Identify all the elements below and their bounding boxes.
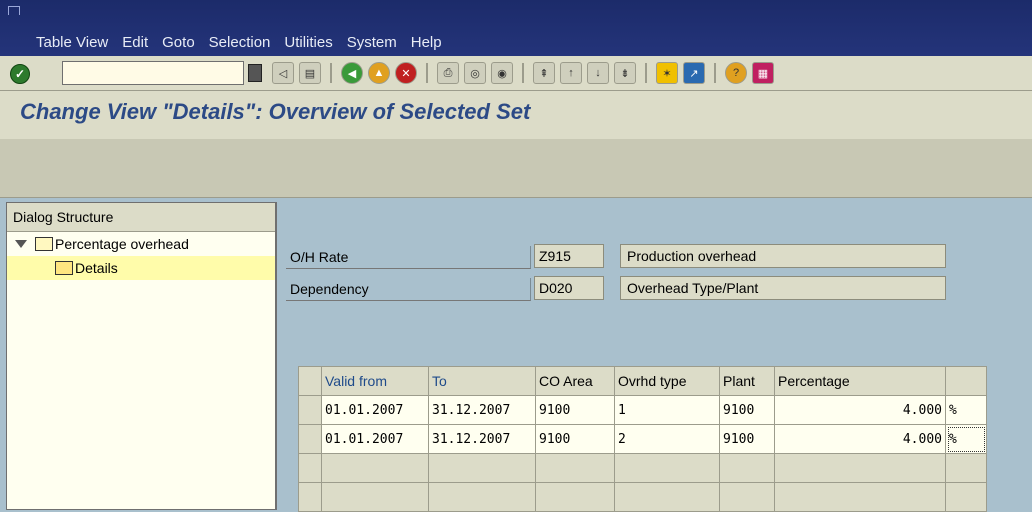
previous-page-icon[interactable]: ↑ <box>560 62 582 84</box>
column-header-to[interactable]: To <box>428 366 536 396</box>
cell-empty[interactable] <box>321 482 429 512</box>
toolbar-separator <box>426 63 428 83</box>
dialog-structure-heading: Dialog Structure <box>7 203 275 232</box>
menu-selection[interactable]: Selection <box>209 34 271 51</box>
oh-rate-field: Z915 <box>534 244 604 268</box>
enter-icon[interactable]: ✓ <box>10 64 30 84</box>
shortcut-icon[interactable]: ↗ <box>683 62 705 84</box>
application-toolbar <box>0 139 1032 198</box>
dependency-description: Overhead Type/Plant <box>620 276 946 300</box>
toolbar-separator <box>330 63 332 83</box>
cell-empty[interactable] <box>535 482 615 512</box>
page-title: Change View "Details": Overview of Selec… <box>20 99 531 124</box>
cell-percentage[interactable]: 4.000 <box>774 395 946 425</box>
cell-empty[interactable] <box>614 453 720 483</box>
details-table: Valid from To CO Area Ovrhd type Plant P… <box>298 366 987 512</box>
column-header-percentage[interactable]: Percentage <box>774 366 946 396</box>
cell-ovrhd-type[interactable]: 2 <box>614 424 720 454</box>
dependency-field: D020 <box>534 276 604 300</box>
column-header-valid-from[interactable]: Valid from <box>321 366 429 396</box>
exit-icon[interactable]: ▲ <box>368 62 390 84</box>
system-menu-icon[interactable] <box>8 6 20 15</box>
back-icon[interactable]: ◀ <box>341 62 363 84</box>
menu-bar: Table View Edit Goto Selection Utilities… <box>0 0 1032 56</box>
create-session-icon[interactable]: ✶ <box>656 62 678 84</box>
table-row-empty[interactable] <box>298 482 987 512</box>
layout-icon[interactable]: ▦ <box>752 62 774 84</box>
cell-empty[interactable] <box>774 453 946 483</box>
cell-empty[interactable] <box>614 482 720 512</box>
cell-empty[interactable] <box>719 482 775 512</box>
menu-system[interactable]: System <box>347 34 397 51</box>
column-header-plant[interactable]: Plant <box>719 366 775 396</box>
menu-utilities[interactable]: Utilities <box>284 34 332 51</box>
cell-empty[interactable] <box>428 453 536 483</box>
select-all-header[interactable] <box>298 366 322 396</box>
row-selector[interactable] <box>298 424 322 454</box>
help-icon[interactable]: ? <box>725 62 747 84</box>
cell-empty[interactable] <box>428 482 536 512</box>
cell-empty[interactable] <box>945 453 987 483</box>
last-page-icon[interactable]: ⇟ <box>614 62 636 84</box>
oh-rate-label: O/H Rate <box>286 246 531 269</box>
menu-items: Table View Edit Goto Selection Utilities… <box>36 34 456 51</box>
toolbar-icons: ◁ ▤ ◀ ▲ ✕ ⎙ ◎ ◉ ⇞ ↑ ↓ ⇟ ✶ ↗ ? ▦ <box>272 60 774 86</box>
cell-plant[interactable]: 9100 <box>719 395 775 425</box>
cell-co-area[interactable]: 9100 <box>535 395 615 425</box>
cell-percentage[interactable]: 4.000 <box>774 424 946 454</box>
back-arrow-icon[interactable]: ◁ <box>272 62 294 84</box>
table-row[interactable]: 01.01.2007 31.12.2007 9100 2 9100 4.000 … <box>298 424 987 454</box>
oh-rate-description: Production overhead <box>620 244 946 268</box>
next-page-icon[interactable]: ↓ <box>587 62 609 84</box>
cell-to[interactable]: 31.12.2007 <box>428 395 536 425</box>
cell-unit[interactable]: % <box>945 424 987 454</box>
first-page-icon[interactable]: ⇞ <box>533 62 555 84</box>
save-icon[interactable]: ▤ <box>299 62 321 84</box>
tree-item-percentage-overhead[interactable]: Percentage overhead <box>7 232 275 256</box>
folder-icon <box>35 237 53 251</box>
cell-valid-from[interactable]: 01.01.2007 <box>321 395 429 425</box>
open-folder-icon <box>55 261 73 275</box>
dialog-structure-panel: Dialog Structure Percentage overhead Det… <box>6 202 277 510</box>
column-header-unit <box>945 366 987 396</box>
print-icon[interactable]: ⎙ <box>437 62 459 84</box>
table-header-row: Valid from To CO Area Ovrhd type Plant P… <box>298 366 987 396</box>
command-field[interactable] <box>62 61 244 85</box>
table-row[interactable]: 01.01.2007 31.12.2007 9100 1 9100 4.000 … <box>298 395 987 425</box>
toolbar-separator <box>714 63 716 83</box>
row-selector[interactable] <box>298 453 322 483</box>
cell-plant[interactable]: 9100 <box>719 424 775 454</box>
title-bar: Change View "Details": Overview of Selec… <box>0 91 1032 139</box>
menu-table-view[interactable]: Table View <box>36 34 108 51</box>
cell-ovrhd-type[interactable]: 1 <box>614 395 720 425</box>
tree-item-label: Percentage overhead <box>55 236 189 252</box>
menu-edit[interactable]: Edit <box>122 34 148 51</box>
expand-triangle-icon[interactable] <box>15 240 27 248</box>
cell-to[interactable]: 31.12.2007 <box>428 424 536 454</box>
cell-co-area[interactable]: 9100 <box>535 424 615 454</box>
cell-empty[interactable] <box>719 453 775 483</box>
cell-empty[interactable] <box>321 453 429 483</box>
toolbar-separator <box>522 63 524 83</box>
cell-empty[interactable] <box>945 482 987 512</box>
toolbar-separator <box>645 63 647 83</box>
dependency-label: Dependency <box>286 278 531 301</box>
tree-item-details[interactable]: Details <box>7 256 275 280</box>
cell-empty[interactable] <box>535 453 615 483</box>
cell-empty[interactable] <box>774 482 946 512</box>
cell-unit[interactable]: % <box>945 395 987 425</box>
row-selector[interactable] <box>298 482 322 512</box>
cell-valid-from[interactable]: 01.01.2007 <box>321 424 429 454</box>
find-icon[interactable]: ◎ <box>464 62 486 84</box>
find-next-icon[interactable]: ◉ <box>491 62 513 84</box>
cancel-icon[interactable]: ✕ <box>395 62 417 84</box>
column-header-co-area[interactable]: CO Area <box>535 366 615 396</box>
menu-help[interactable]: Help <box>411 34 442 51</box>
command-history-icon[interactable] <box>248 64 262 82</box>
column-header-ovrhd-type[interactable]: Ovrhd type <box>614 366 720 396</box>
row-selector[interactable] <box>298 395 322 425</box>
menu-goto[interactable]: Goto <box>162 34 195 51</box>
tree-item-label: Details <box>75 260 118 276</box>
table-row-empty[interactable] <box>298 453 987 483</box>
